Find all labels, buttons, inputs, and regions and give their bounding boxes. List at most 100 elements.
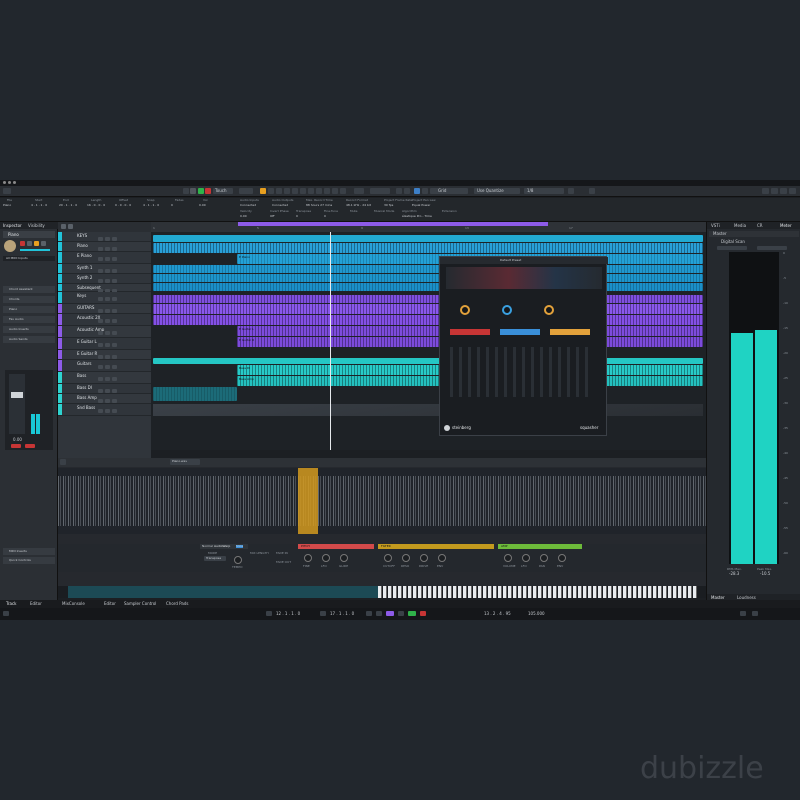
info-field-value[interactable]: 4 . 1 . 1 . 0 xyxy=(143,204,159,207)
split-tool[interactable] xyxy=(276,188,282,194)
keyboard-white-key[interactable] xyxy=(453,586,457,598)
activity-button[interactable] xyxy=(3,611,9,616)
keyboard-white-key[interactable] xyxy=(528,586,532,598)
add-track-icon[interactable] xyxy=(61,224,66,229)
channel-mute-button[interactable] xyxy=(25,444,35,448)
sampler-knob[interactable] xyxy=(384,554,392,562)
right-locator[interactable]: 17 . 1 . 1 . 0 xyxy=(330,612,354,616)
mute-button[interactable] xyxy=(98,237,103,241)
keyboard-white-key[interactable] xyxy=(443,586,447,598)
solo-button[interactable] xyxy=(105,309,110,313)
keyboard-white-key[interactable] xyxy=(533,586,537,598)
keyboard-white-key[interactable] xyxy=(493,586,497,598)
info-field-value[interactable]: 0.00 xyxy=(240,215,247,218)
track-row[interactable]: Piano xyxy=(58,242,151,252)
playhead[interactable] xyxy=(330,232,331,450)
keyboard-white-key[interactable] xyxy=(643,586,647,598)
sampler-sample-select[interactable]: Piano.wav xyxy=(170,459,200,465)
keyboard-white-key[interactable] xyxy=(378,586,382,598)
solo-button[interactable] xyxy=(105,365,110,369)
track-row[interactable]: Subsequent xyxy=(58,284,151,293)
solo-button[interactable] xyxy=(105,279,110,283)
keyboard-white-key[interactable] xyxy=(418,586,422,598)
keyboard-white-key[interactable] xyxy=(583,586,587,598)
record-button[interactable] xyxy=(112,237,117,241)
autoscroll-button[interactable] xyxy=(396,188,402,194)
track-row[interactable]: Keys xyxy=(58,292,151,304)
keyboard-white-key[interactable] xyxy=(383,586,387,598)
mute-button[interactable] xyxy=(98,257,103,261)
close-icon[interactable] xyxy=(3,181,6,184)
keyboard-white-key[interactable] xyxy=(483,586,487,598)
timewarp-tool[interactable] xyxy=(332,188,338,194)
inspector-section[interactable]: Quick Controls xyxy=(3,557,55,564)
keyboard-white-key[interactable] xyxy=(428,586,432,598)
mute-button[interactable] xyxy=(98,377,103,381)
info-field-value[interactable]: 20 . 1 . 1 . 0 xyxy=(59,204,77,207)
lower-zone-tab[interactable]: Track xyxy=(6,602,16,606)
solo-button[interactable] xyxy=(105,237,110,241)
solo-button[interactable] xyxy=(105,389,110,393)
right-zone-tab[interactable]: CR xyxy=(757,224,763,228)
snap-toggle[interactable] xyxy=(414,188,420,194)
mute-button[interactable] xyxy=(98,279,103,283)
keyboard-white-key[interactable] xyxy=(568,586,572,598)
redo-button[interactable] xyxy=(190,188,196,194)
track-row[interactable]: Bass xyxy=(58,372,151,384)
keyboard-white-key[interactable] xyxy=(538,586,542,598)
keyboard[interactable] xyxy=(58,586,706,598)
inspector-section[interactable]: Chords xyxy=(3,296,55,303)
sampler-knob[interactable] xyxy=(522,554,530,562)
keyboard-white-key[interactable] xyxy=(498,586,502,598)
inspector-track-header[interactable]: Piano xyxy=(3,231,55,238)
mute-button[interactable] xyxy=(98,297,103,301)
keyboard-white-key[interactable] xyxy=(673,586,677,598)
undo-button[interactable] xyxy=(183,188,189,194)
go-to-start-button[interactable] xyxy=(366,611,372,616)
play-button[interactable] xyxy=(408,611,416,616)
timeline-ruler[interactable]: 1 5 9 13 17 xyxy=(151,222,706,232)
keyboard-white-key[interactable] xyxy=(473,586,477,598)
mute-button[interactable] xyxy=(98,365,103,369)
keyboard-white-key[interactable] xyxy=(668,586,672,598)
keyboard-white-key[interactable] xyxy=(408,586,412,598)
keyboard-white-key[interactable] xyxy=(543,586,547,598)
keyboard-white-key[interactable] xyxy=(398,586,402,598)
keyboard-white-key[interactable] xyxy=(388,586,392,598)
midi-input-select[interactable]: All MIDI Inputs xyxy=(3,256,55,261)
solo-button[interactable] xyxy=(105,355,110,359)
tab-visibility[interactable]: Visibility xyxy=(28,224,45,228)
record-button[interactable] xyxy=(112,343,117,347)
keyboard-white-key[interactable] xyxy=(393,586,397,598)
waveform-selection[interactable] xyxy=(298,468,318,534)
keyboard-white-key[interactable] xyxy=(573,586,577,598)
sampler-knob[interactable] xyxy=(340,554,348,562)
event-acoustic-amp[interactable] xyxy=(153,315,703,325)
record-button[interactable] xyxy=(112,247,117,251)
record-button[interactable] xyxy=(112,355,117,359)
tab-inspector[interactable]: Inspector xyxy=(3,224,22,228)
mute-tool[interactable] xyxy=(308,188,314,194)
monitor-icon[interactable] xyxy=(27,241,32,246)
mute-button[interactable] xyxy=(98,409,103,413)
metronome-button[interactable] xyxy=(740,611,746,616)
track-row[interactable]: E Piano xyxy=(58,252,151,264)
volume-slider[interactable] xyxy=(20,249,50,251)
keyboard-white-key[interactable] xyxy=(603,586,607,598)
track-row[interactable]: Synth 2 xyxy=(58,274,151,284)
snap-type-select[interactable]: Grid xyxy=(430,188,468,194)
event-guitars-folder[interactable] xyxy=(153,295,703,303)
comp-tool[interactable] xyxy=(324,188,330,194)
layout-left-zone-button[interactable] xyxy=(762,188,769,194)
solo-button[interactable] xyxy=(105,257,110,261)
keyboard-white-key[interactable] xyxy=(448,586,452,598)
sampler-knob[interactable] xyxy=(402,554,410,562)
track-row[interactable]: Synth 1 xyxy=(58,264,151,274)
mute-button[interactable] xyxy=(98,247,103,251)
draw-tool[interactable] xyxy=(316,188,322,194)
solo-button[interactable] xyxy=(105,409,110,413)
keyboard-white-key[interactable] xyxy=(413,586,417,598)
record-button[interactable] xyxy=(112,331,117,335)
solo-button[interactable] xyxy=(105,399,110,403)
mute-button[interactable] xyxy=(98,355,103,359)
